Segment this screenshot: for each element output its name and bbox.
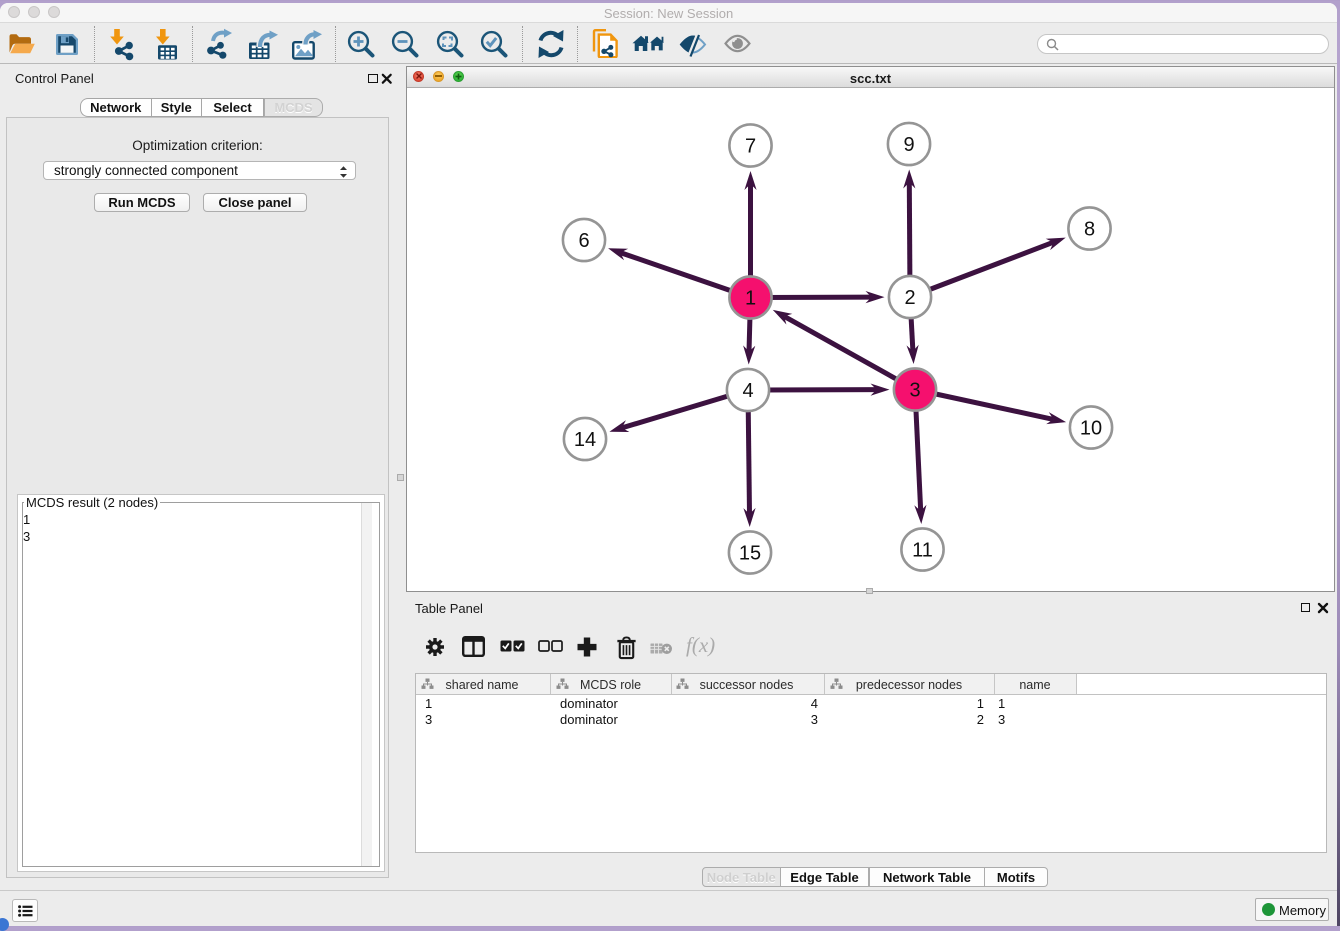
svg-text:15: 15 [739,543,761,565]
svg-text:4: 4 [742,380,753,402]
svg-text:2: 2 [904,287,915,309]
svg-text:6: 6 [578,230,589,252]
svg-text:9: 9 [903,134,914,156]
svg-text:11: 11 [912,540,933,562]
svg-text:3: 3 [909,380,920,402]
svg-text:8: 8 [1084,219,1095,241]
svg-text:10: 10 [1080,418,1102,440]
svg-text:7: 7 [745,136,756,158]
svg-text:1: 1 [745,288,756,310]
svg-text:14: 14 [574,429,596,451]
